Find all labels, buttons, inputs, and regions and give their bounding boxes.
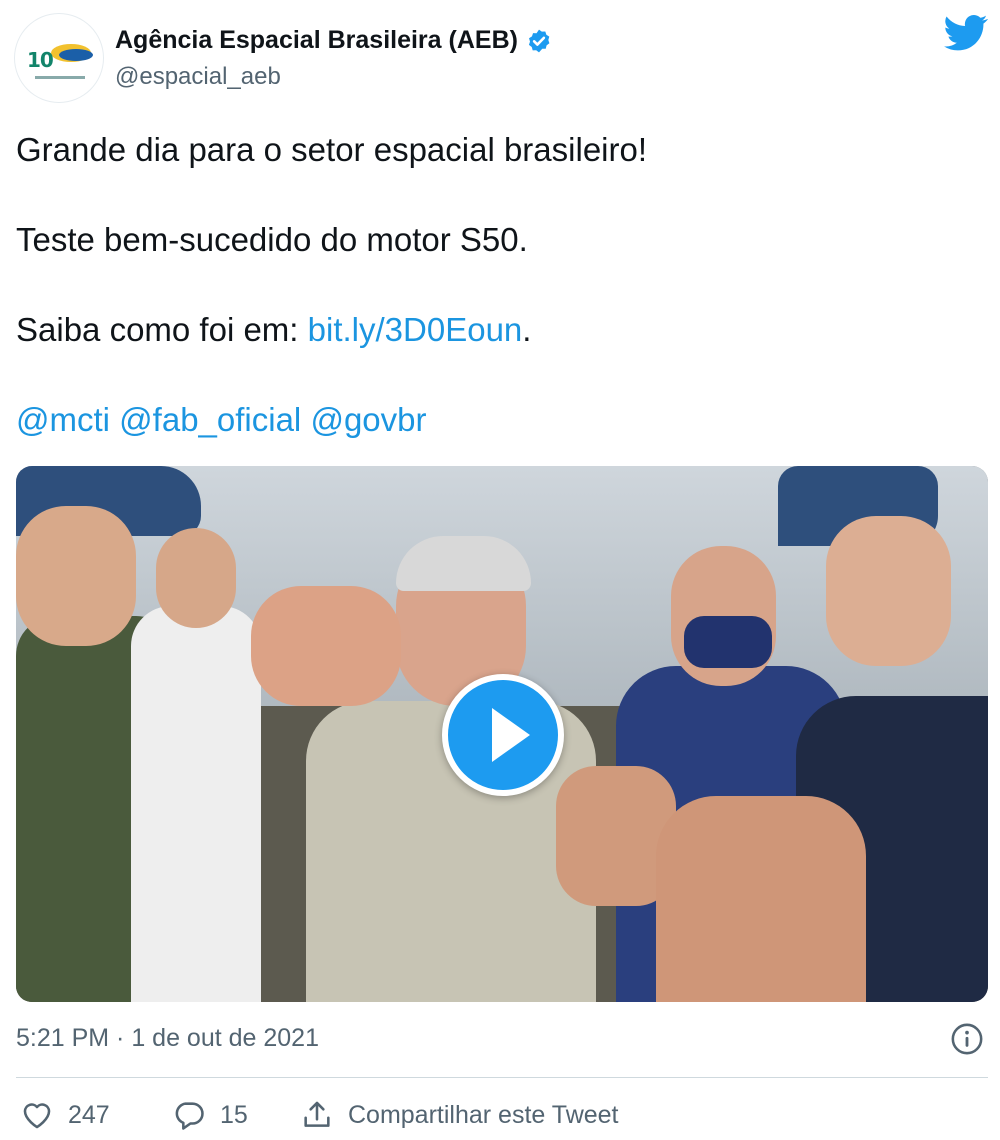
twitter-bird-icon[interactable] <box>944 14 988 52</box>
heart-icon <box>23 1103 51 1129</box>
link-prefix: Saiba como foi em: <box>16 311 308 348</box>
avatar[interactable]: 10 <box>15 14 103 102</box>
like-count: 247 <box>68 1100 110 1129</box>
person-white-shirt <box>131 606 261 1002</box>
tweet-text-line-2: Teste bem-sucedido do motor S50. <box>16 221 528 258</box>
tweet-link[interactable]: bit.ly/3D0Eoun <box>308 311 523 348</box>
tweet-text-line-3: Saiba como foi em: bit.ly/3D0Eoun. <box>16 311 531 349</box>
share-label: Compartilhar este Tweet <box>348 1100 619 1129</box>
author-handle[interactable]: @espacial_aeb <box>115 63 281 91</box>
share-icon <box>304 1101 330 1127</box>
divider <box>16 1077 988 1078</box>
logo-caption <box>35 76 85 79</box>
foreground-hand <box>656 796 866 1002</box>
video-player[interactable] <box>16 466 988 1002</box>
logo-mark: 10 <box>27 48 54 72</box>
reply-count: 15 <box>220 1100 248 1129</box>
tweet-text-line-1: Grande dia para o setor espacial brasile… <box>16 131 648 168</box>
mention-govbr[interactable]: @govbr <box>310 401 426 438</box>
white-shirt-face <box>156 528 236 628</box>
reply-button[interactable]: 15 <box>172 1098 248 1132</box>
center-hands <box>251 586 401 706</box>
share-button[interactable]: Compartilhar este Tweet <box>300 1098 619 1132</box>
info-icon[interactable] <box>950 1022 984 1056</box>
play-icon <box>492 708 530 762</box>
mention-mcti[interactable]: @mcti <box>16 401 110 438</box>
mentions-line: @mcti @fab_oficial @govbr <box>16 401 427 439</box>
aeb-mask <box>684 616 772 668</box>
officer-face-right <box>826 516 951 666</box>
center-hair <box>396 536 531 591</box>
logo-swoosh-blue <box>59 49 93 61</box>
like-button[interactable]: 247 <box>20 1098 110 1132</box>
play-button[interactable] <box>442 674 564 796</box>
author-name-row[interactable]: Agência Espacial Brasileira (AEB) <box>115 26 552 55</box>
link-suffix: . <box>522 311 532 348</box>
verified-badge-icon <box>528 29 550 52</box>
mention-fab-oficial[interactable]: @fab_oficial <box>119 401 301 438</box>
officer-face-left <box>16 506 136 646</box>
reply-bubble-icon <box>175 1102 204 1130</box>
tweet-timestamp[interactable]: 5:21 PM · 1 de out de 2021 <box>16 1024 319 1053</box>
author-display-name[interactable]: Agência Espacial Brasileira (AEB) <box>115 26 518 55</box>
